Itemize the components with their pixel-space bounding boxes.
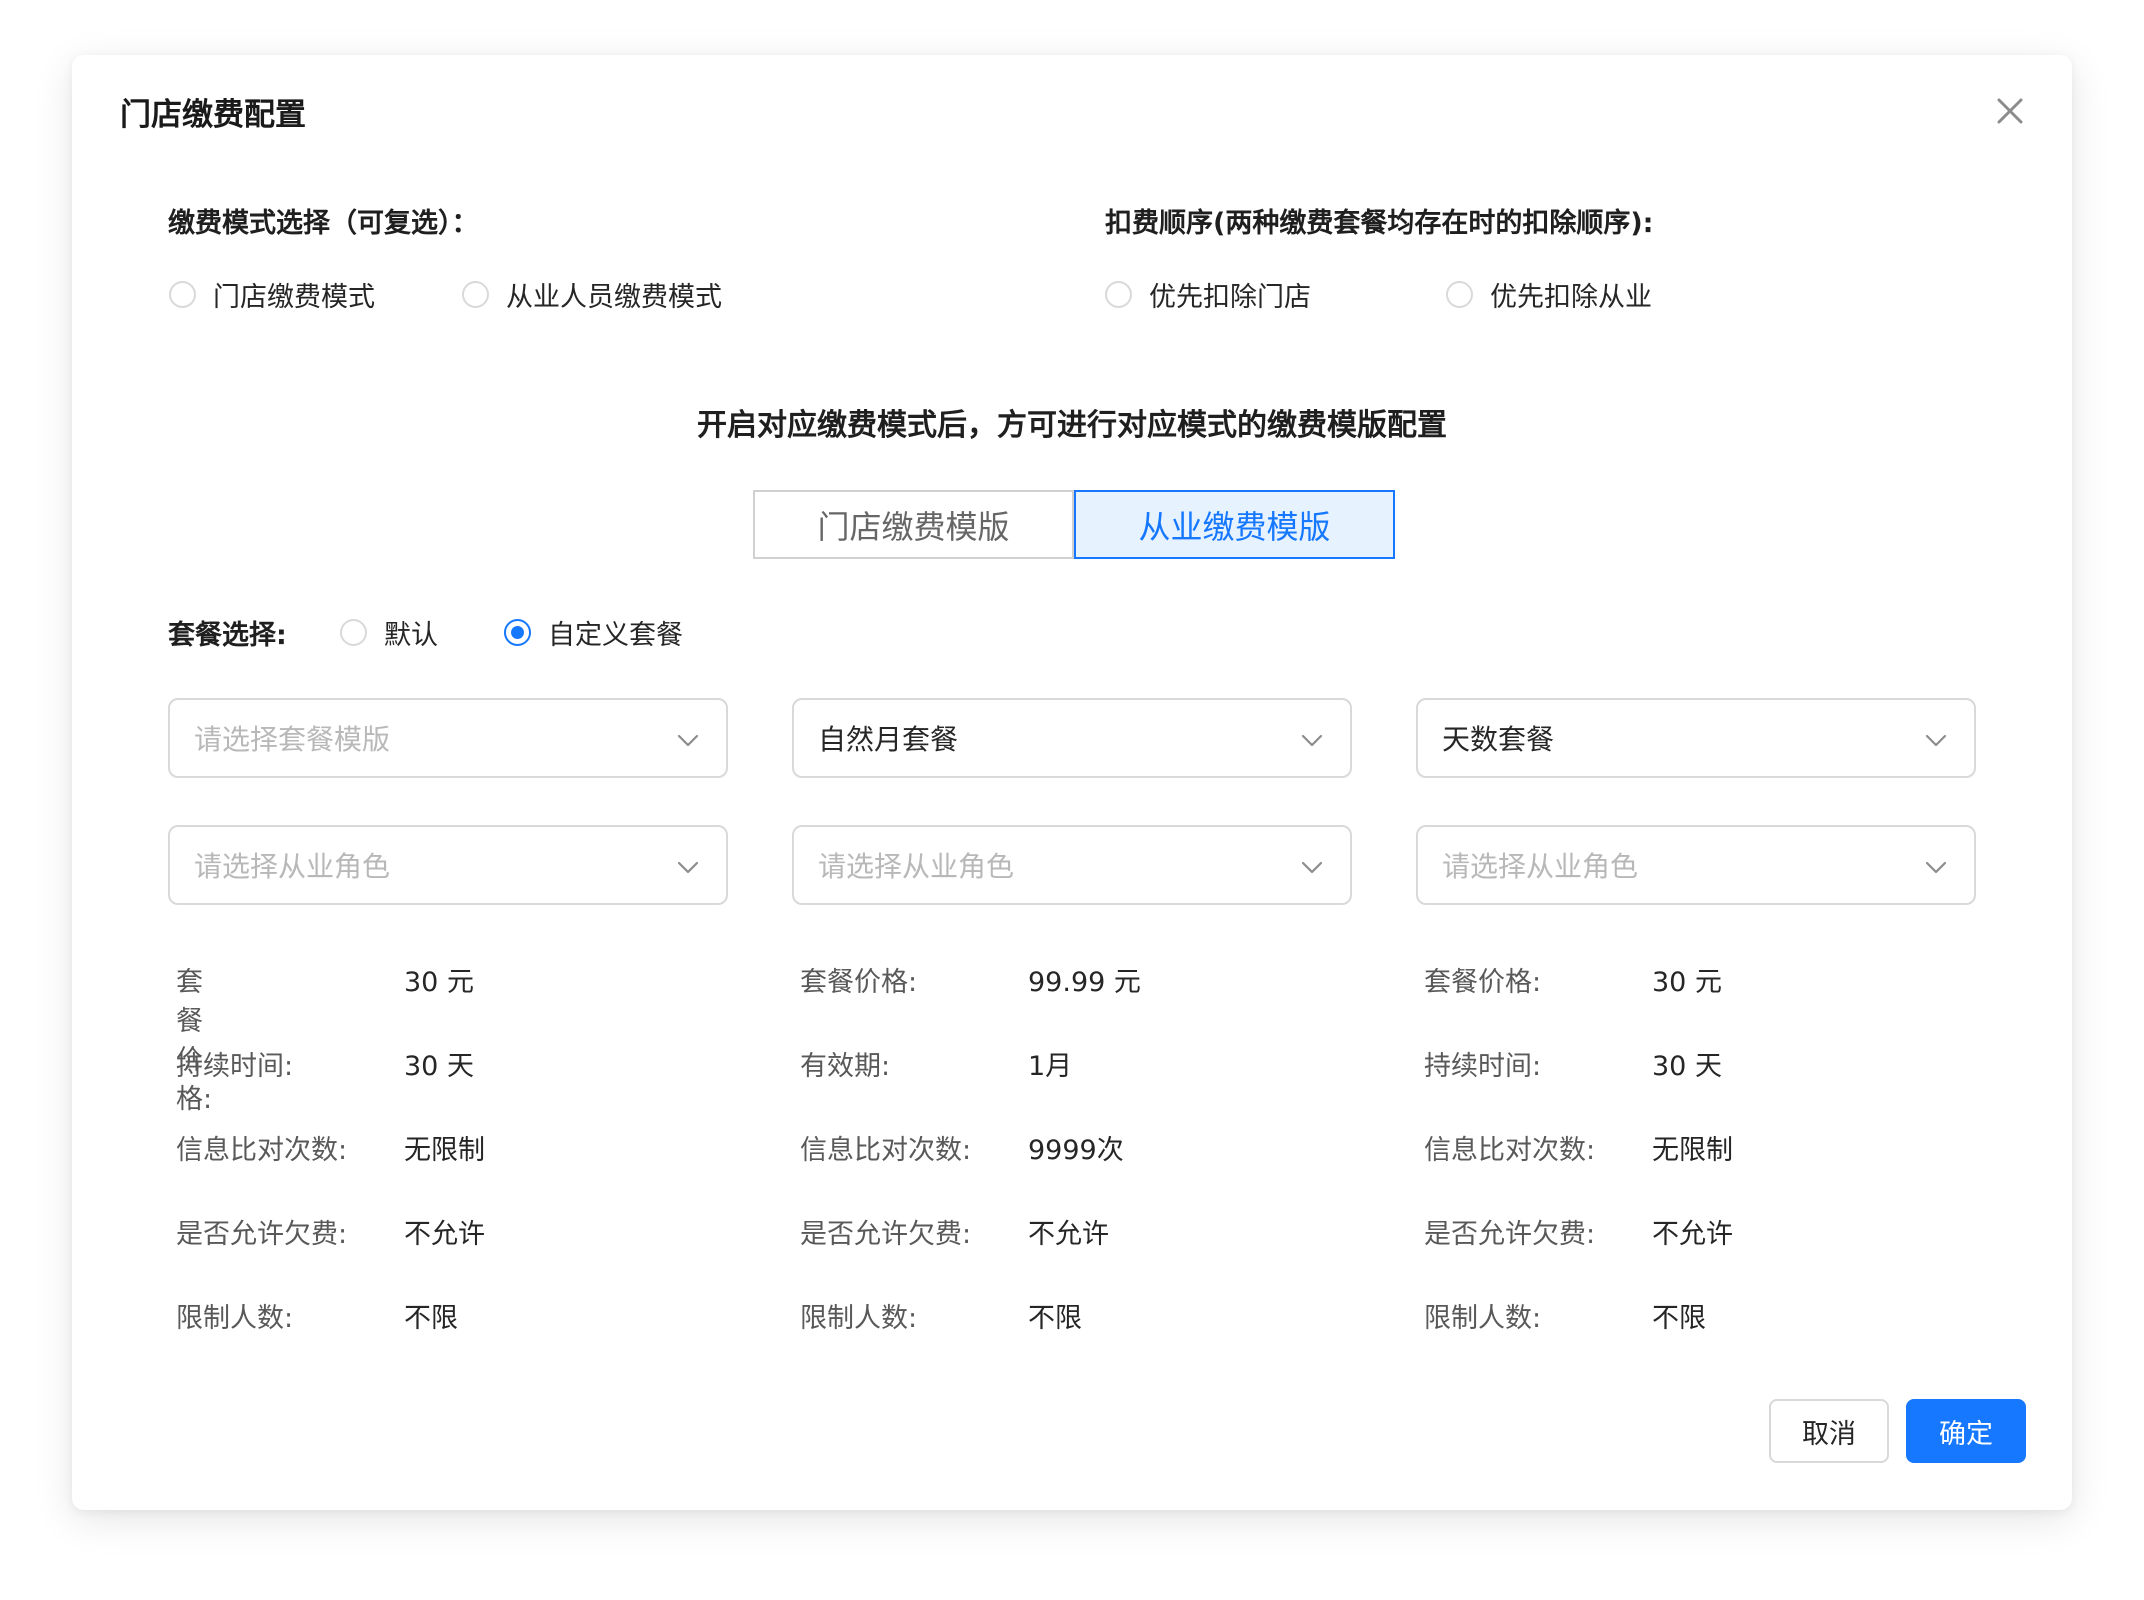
select-placeholder: 请选择从业角色	[1442, 850, 1639, 883]
info-value: 不限	[1652, 1303, 1706, 1334]
info-label: 持续时间:	[176, 1051, 294, 1082]
info-label: 限制人数:	[1424, 1303, 1542, 1334]
info-value: 30 元	[404, 967, 474, 998]
notice-text: 开启对应缴费模式后，方可进行对应模式的缴费模版配置	[697, 408, 1447, 443]
info-label: 套餐价格:	[800, 967, 918, 998]
tab-staff-template[interactable]: 从业缴费模版	[1074, 490, 1395, 559]
chevron-down-icon	[1925, 861, 1947, 874]
info-value: 1月	[1028, 1051, 1073, 1082]
close-icon[interactable]	[1990, 91, 2030, 131]
info-label: 限制人数:	[800, 1303, 918, 1334]
radio-circle	[462, 281, 489, 308]
confirm-button[interactable]: 确定	[1906, 1399, 2026, 1463]
info-label: 有效期:	[800, 1051, 891, 1082]
info-label: 持续时间:	[1424, 1051, 1542, 1082]
info-value: 无限制	[1652, 1135, 1733, 1166]
template-tabs: 门店缴费模版 从业缴费模版	[753, 490, 1395, 559]
radio-label: 门店缴费模式	[213, 282, 375, 313]
radio-deduct-store-first[interactable]: 优先扣除门店	[1105, 275, 1311, 314]
template-select-3[interactable]: 天数套餐	[1416, 698, 1976, 778]
radio-label: 优先扣除从业	[1490, 282, 1652, 313]
chevron-down-icon	[1301, 861, 1323, 874]
radio-store-mode[interactable]: 门店缴费模式	[169, 275, 375, 314]
cancel-button[interactable]: 取消	[1769, 1399, 1889, 1463]
radio-label: 优先扣除门店	[1149, 282, 1311, 313]
package-label: 套餐选择:	[168, 620, 287, 651]
radio-deduct-staff-first[interactable]: 优先扣除从业	[1446, 275, 1652, 314]
info-value: 不限	[1028, 1303, 1082, 1334]
chevron-down-icon	[677, 734, 699, 747]
info-value: 不限	[404, 1303, 458, 1334]
info-label: 信息比对次数:	[176, 1135, 348, 1166]
info-label: 信息比对次数:	[800, 1135, 972, 1166]
select-value: 自然月套餐	[818, 723, 959, 756]
mode-label: 缴费模式选择（可复选）：	[168, 208, 479, 239]
radio-circle	[1105, 281, 1132, 308]
info-label: 限制人数:	[176, 1303, 294, 1334]
dialog-title: 门店缴费配置	[120, 97, 306, 133]
chevron-down-icon	[1925, 734, 1947, 747]
radio-circle-checked	[504, 619, 531, 646]
info-value: 30 元	[1652, 967, 1722, 998]
info-label: 套餐价格:	[1424, 967, 1542, 998]
radio-label: 默认	[384, 620, 438, 651]
select-placeholder: 请选择从业角色	[194, 850, 391, 883]
template-select-2[interactable]: 自然月套餐	[792, 698, 1352, 778]
chevron-down-icon	[677, 861, 699, 874]
tab-store-template[interactable]: 门店缴费模版	[753, 490, 1074, 559]
radio-label: 自定义套餐	[548, 620, 683, 651]
select-value: 天数套餐	[1442, 723, 1555, 756]
order-label: 扣费顺序(两种缴费套餐均存在时的扣除顺序):	[1105, 208, 1654, 239]
template-select-1[interactable]: 请选择套餐模版	[168, 698, 728, 778]
info-value: 不允许	[404, 1219, 485, 1250]
info-label: 信息比对次数:	[1424, 1135, 1596, 1166]
radio-circle	[169, 281, 196, 308]
chevron-down-icon	[1301, 734, 1323, 747]
select-placeholder: 请选择从业角色	[818, 850, 1015, 883]
radio-package-custom[interactable]: 自定义套餐	[504, 613, 683, 652]
info-label: 套餐价格:	[176, 967, 213, 1115]
info-label: 是否允许欠费:	[1424, 1219, 1596, 1250]
info-value: 30 天	[404, 1051, 474, 1082]
info-label: 是否允许欠费:	[176, 1219, 348, 1250]
info-value: 30 天	[1652, 1051, 1722, 1082]
radio-circle	[340, 619, 367, 646]
radio-package-default[interactable]: 默认	[340, 613, 438, 652]
role-select-3[interactable]: 请选择从业角色	[1416, 825, 1976, 905]
select-placeholder: 请选择套餐模版	[194, 723, 391, 756]
info-value: 9999次	[1028, 1135, 1124, 1166]
info-value: 99.99 元	[1028, 967, 1141, 998]
info-value: 不允许	[1028, 1219, 1109, 1250]
radio-label: 从业人员缴费模式	[506, 282, 722, 313]
info-label: 是否允许欠费:	[800, 1219, 972, 1250]
info-value: 无限制	[404, 1135, 485, 1166]
radio-staff-mode[interactable]: 从业人员缴费模式	[462, 275, 722, 314]
config-dialog: 门店缴费配置 缴费模式选择（可复选）： 门店缴费模式 从业人员缴费模式 扣费顺序…	[72, 55, 2072, 1510]
role-select-1[interactable]: 请选择从业角色	[168, 825, 728, 905]
info-value: 不允许	[1652, 1219, 1733, 1250]
radio-circle	[1446, 281, 1473, 308]
role-select-2[interactable]: 请选择从业角色	[792, 825, 1352, 905]
